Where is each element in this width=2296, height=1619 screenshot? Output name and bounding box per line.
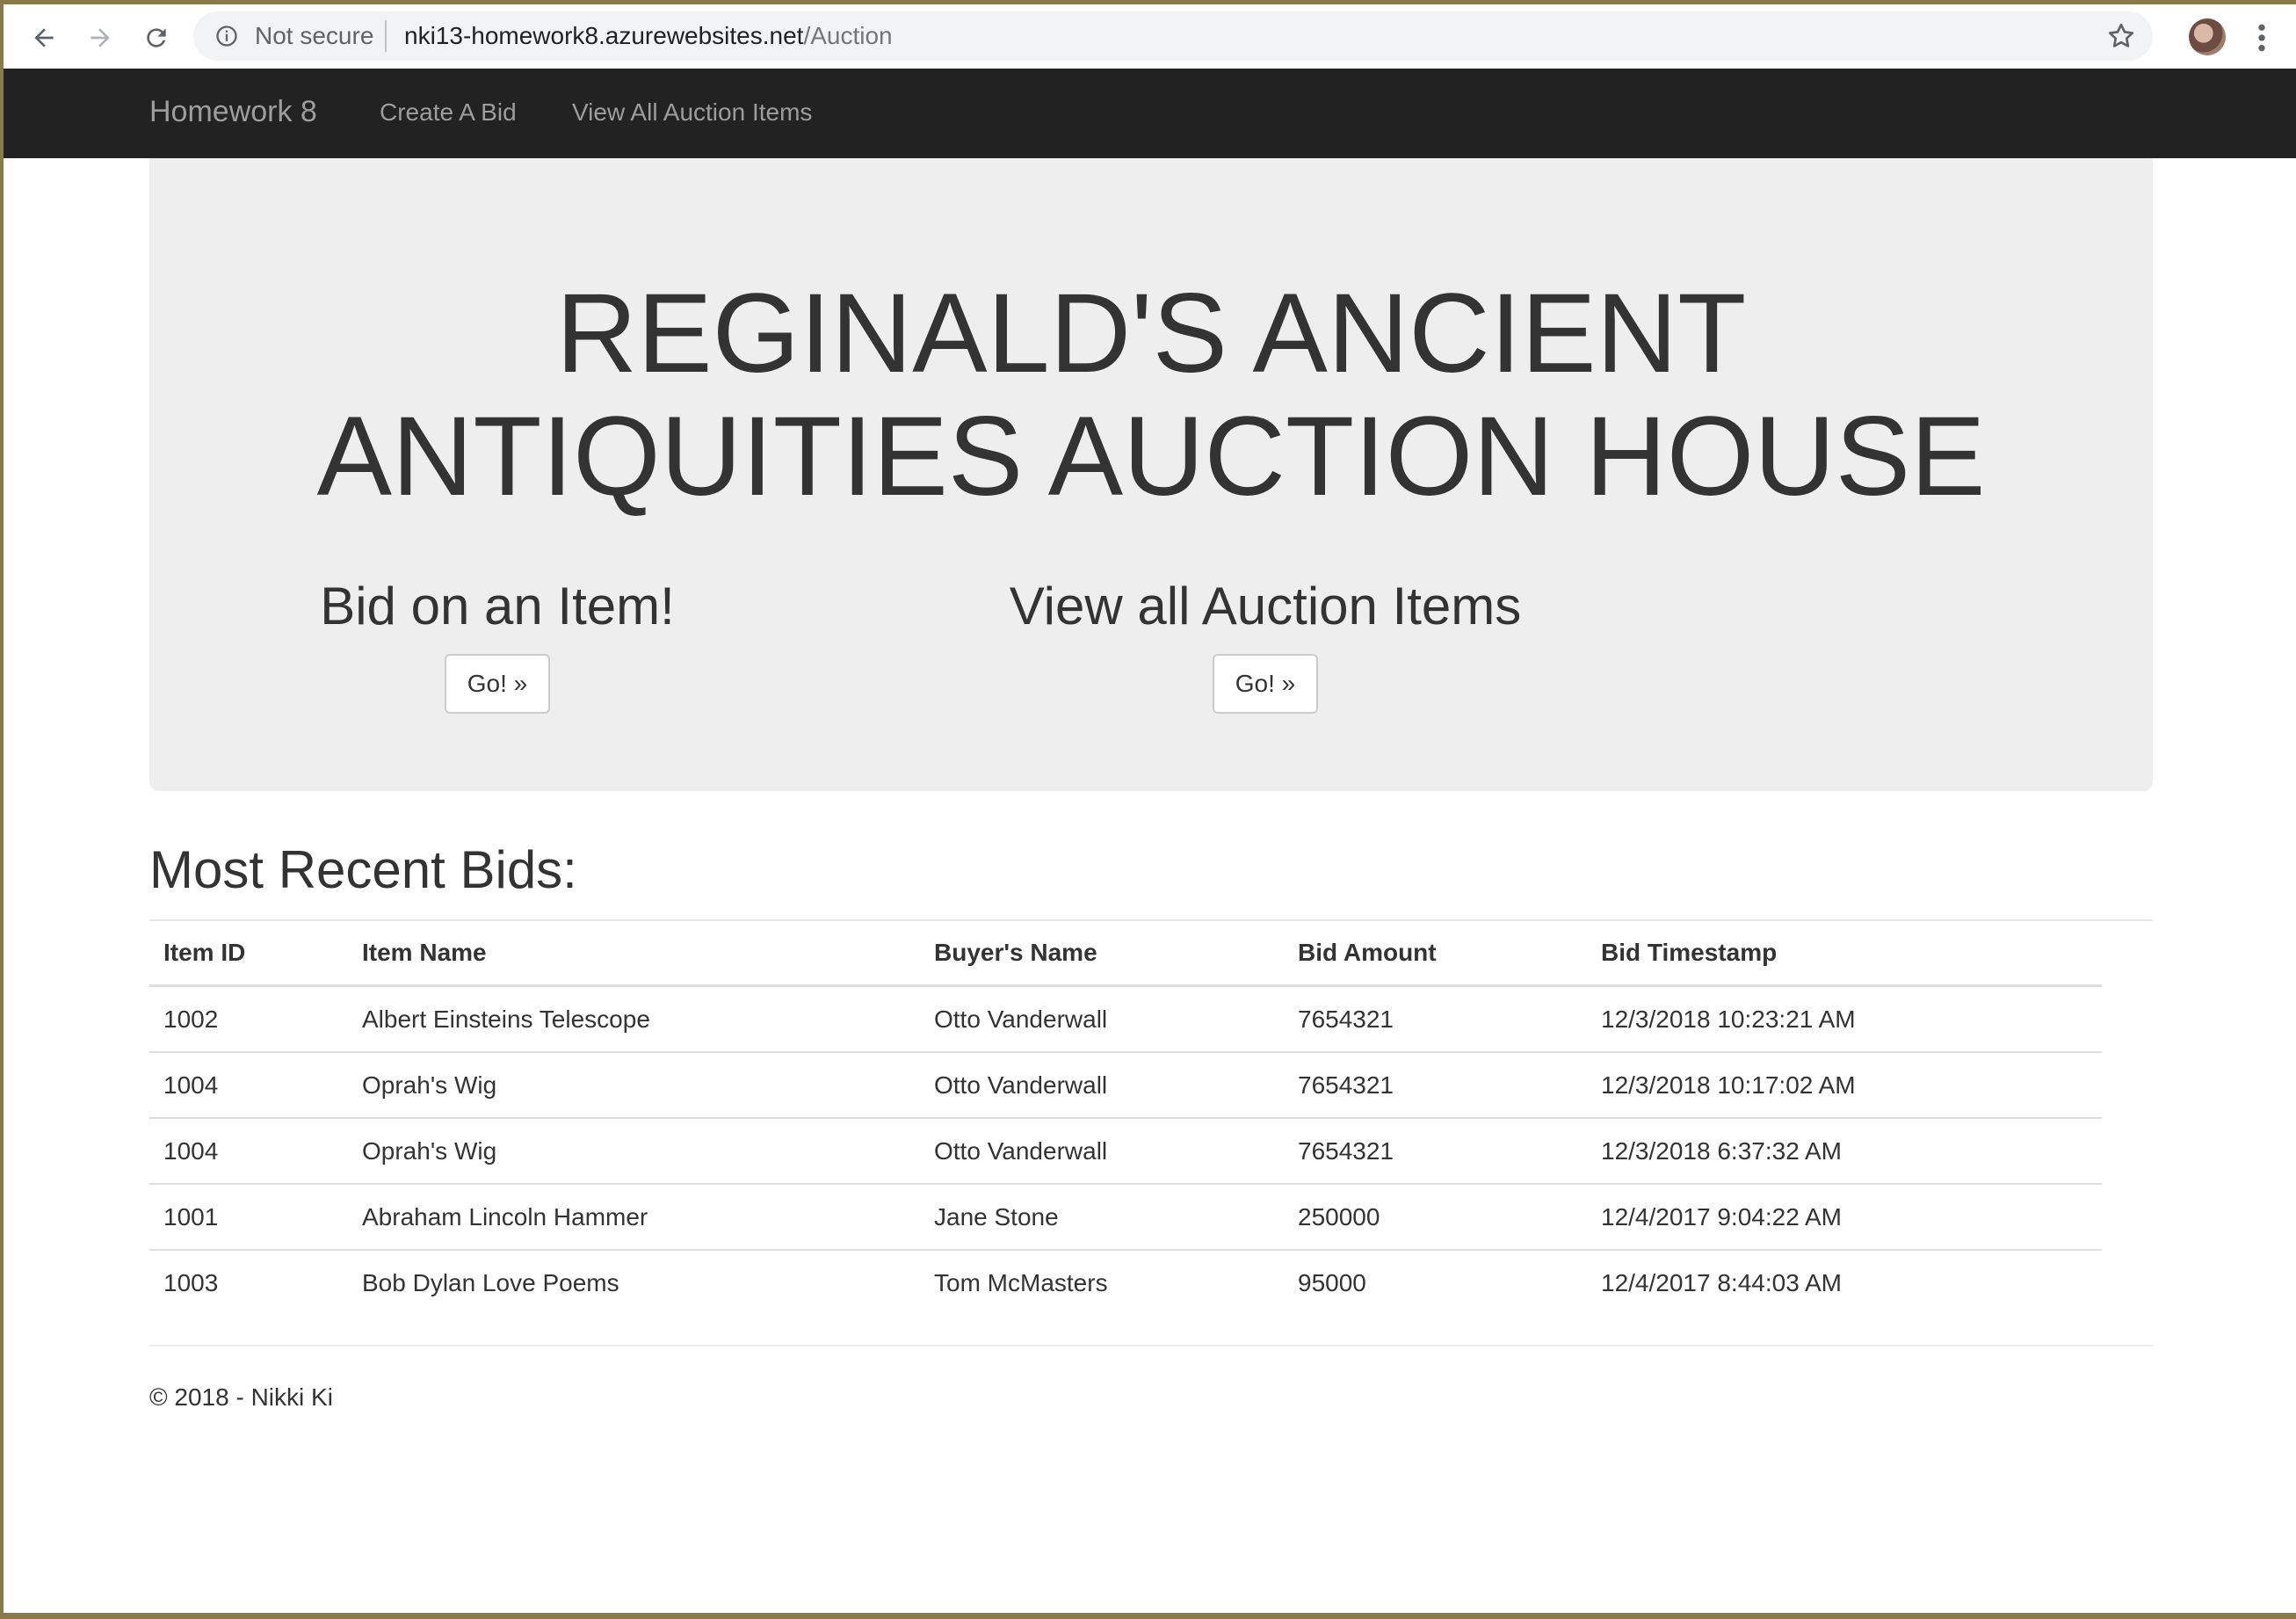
cell-bid-timestamp: 12/3/2018 10:23:21 AM <box>1587 985 2102 1053</box>
url-host: nki13-homework8.azurewebsites.net <box>404 22 804 49</box>
cell-bid-amount: 250000 <box>1284 1184 1587 1251</box>
cell-bid-timestamp: 12/3/2018 10:17:02 AM <box>1587 1052 2102 1119</box>
cell-item-id: 1002 <box>149 985 348 1053</box>
cell-bid-amount: 95000 <box>1298 1268 1366 1296</box>
address-bar[interactable]: Not secure nki13-homework8.azurewebsites… <box>193 11 2153 61</box>
window-frame-bottom <box>0 1613 2296 1619</box>
table-header-row: Item ID Item Name Buyer's Name Bid Amoun… <box>149 921 2102 987</box>
cta-view: View all Auction Items Go! » <box>826 571 1705 714</box>
view-go-button[interactable]: Go! » <box>1212 654 1319 714</box>
table-row: 1004 Oprah's Wig Otto Vanderwall 7654321… <box>149 1118 2102 1185</box>
window-frame-left <box>0 0 4 1619</box>
footer-copyright: © 2018 - Nikki Ki <box>149 1383 333 1411</box>
cell-buyer-name: Otto Vanderwall <box>920 1052 1284 1119</box>
nav-link-create-bid[interactable]: Create A Bid <box>380 98 517 127</box>
table-row: 1004 Oprah's Wig Otto Vanderwall 7654321… <box>149 1052 2102 1119</box>
info-icon[interactable] <box>214 24 239 48</box>
column-header: Item ID <box>149 921 348 987</box>
bid-go-button[interactable]: Go! » <box>444 654 551 714</box>
arrow-left-icon[interactable] <box>26 20 62 55</box>
cell-item-id: 1004 <box>149 1052 348 1119</box>
cell-buyer-name: Otto Vanderwall <box>920 985 1284 1053</box>
cta-bid-heading: Bid on an Item! <box>320 577 675 635</box>
column-header: Item Name <box>348 921 920 987</box>
navbar-brand[interactable]: Homework 8 <box>149 95 317 129</box>
cell-bid-amount: 7654321 <box>1284 1118 1587 1185</box>
column-header: Bid Timestamp <box>1587 921 2102 987</box>
security-label: Not secure <box>255 22 374 49</box>
hero-title-line2: ANTIQUITIES AUCTION HOUSE <box>316 394 1986 519</box>
kebab-menu-icon[interactable] <box>2253 20 2271 55</box>
cell-item-id: 1003 <box>163 1268 219 1296</box>
reload-icon[interactable] <box>139 20 174 55</box>
table-row: 1002 Albert Einsteins Telescope Otto Van… <box>149 985 2102 1053</box>
browser-toolbar: Not secure nki13-homework8.azurewebsites… <box>4 4 2296 68</box>
hero-jumbotron: REGINALD'S ANCIENT ANTIQUITIES AUCTION H… <box>149 158 2153 791</box>
table-row: 1003 Bob Dylan Love Poems Tom McMasters … <box>149 1250 2102 1315</box>
cell-item-name: Oprah's Wig <box>348 1052 920 1119</box>
column-header: Buyer's Name <box>920 921 1284 987</box>
cta-bid: Bid on an Item! Go! » <box>58 571 937 714</box>
address-separator <box>385 20 387 52</box>
cell-buyer-name: Tom McMasters <box>934 1268 1108 1296</box>
cell-item-id: 1001 <box>149 1184 348 1251</box>
cell-item-name: Abraham Lincoln Hammer <box>348 1184 920 1251</box>
arrow-right-icon[interactable] <box>83 20 118 55</box>
profile-avatar[interactable] <box>2189 18 2226 55</box>
site-navbar: Homework 8 Create A Bid View All Auction… <box>4 69 2296 158</box>
cell-item-id: 1004 <box>149 1118 348 1185</box>
star-icon[interactable] <box>2105 20 2137 52</box>
nav-link-view-items[interactable]: View All Auction Items <box>572 98 812 127</box>
section-title: Most Recent Bids: <box>149 840 577 899</box>
cell-bid-timestamp: 12/4/2017 9:04:22 AM <box>1587 1184 2102 1251</box>
cell-buyer-name: Jane Stone <box>920 1184 1284 1251</box>
url-path: /Auction <box>803 22 893 49</box>
bids-table: Item ID Item Name Buyer's Name Bid Amoun… <box>149 921 2102 1315</box>
cell-bid-amount: 7654321 <box>1284 1052 1587 1119</box>
hero-title-line1: REGINALD'S ANCIENT <box>555 271 1747 396</box>
hero-title: REGINALD'S ANCIENT ANTIQUITIES AUCTION H… <box>149 272 2153 519</box>
cell-item-name: Albert Einsteins Telescope <box>348 985 920 1053</box>
cta-view-heading: View all Auction Items <box>1009 577 1522 635</box>
table-row: 1001 Abraham Lincoln Hammer Jane Stone 2… <box>149 1184 2102 1251</box>
column-header: Bid Amount <box>1284 921 1587 987</box>
url-text: nki13-homework8.azurewebsites.net/Auctio… <box>404 22 893 50</box>
cell-item-name: Oprah's Wig <box>348 1118 920 1185</box>
footer-divider <box>149 1345 2153 1347</box>
cell-bid-timestamp: 12/3/2018 6:37:32 AM <box>1587 1118 2102 1185</box>
cell-bid-amount: 7654321 <box>1284 985 1587 1053</box>
cell-item-name: Bob Dylan Love Poems <box>362 1268 619 1296</box>
cell-bid-timestamp: 12/4/2017 8:44:03 AM <box>1601 1268 1842 1296</box>
cell-buyer-name: Otto Vanderwall <box>920 1118 1284 1185</box>
